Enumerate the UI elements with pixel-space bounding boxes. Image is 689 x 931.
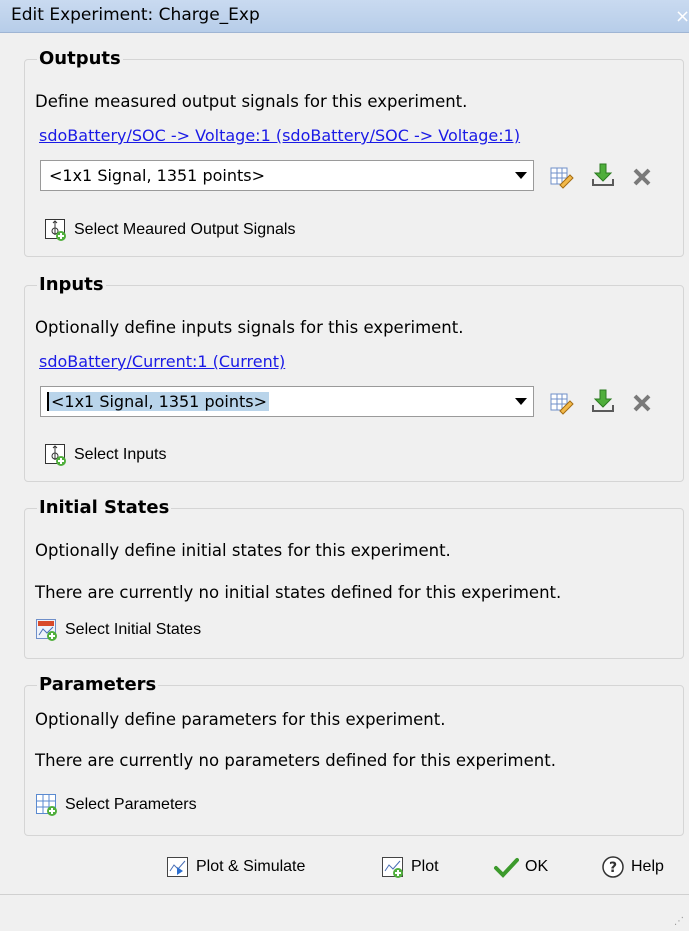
window-title: Edit Experiment: Charge_Exp xyxy=(11,5,260,25)
svg-text:?: ? xyxy=(609,860,617,876)
plot-button[interactable]: Plot xyxy=(381,852,439,882)
outputs-panel: Outputs Define measured output signals f… xyxy=(24,48,684,257)
edit-table-icon[interactable] xyxy=(548,389,574,415)
import-icon[interactable] xyxy=(590,162,616,188)
inputs-combo-value: <1x1 Signal, 1351 points> xyxy=(47,392,269,411)
parameters-description: Optionally define parameters for this ex… xyxy=(35,710,446,729)
inputs-panel: Inputs Optionally define inputs signals … xyxy=(24,274,684,482)
select-parameters-button[interactable]: Select Parameters xyxy=(35,790,197,820)
delete-icon[interactable] xyxy=(630,389,656,415)
select-measured-outputs-button[interactable]: Select Meaured Output Signals xyxy=(44,215,295,245)
help-icon: ? xyxy=(602,856,624,878)
dialog-content: Outputs Define measured output signals f… xyxy=(0,33,689,931)
delete-icon[interactable] xyxy=(630,163,656,189)
initial-states-title: Initial States xyxy=(37,497,172,518)
inputs-signal-link[interactable]: sdoBattery/Current:1 (Current) xyxy=(39,352,285,371)
select-inputs-label: Select Inputs xyxy=(74,446,167,463)
inputs-signal-select[interactable]: <1x1 Signal, 1351 points> xyxy=(40,386,534,417)
outputs-combo-value: <1x1 Signal, 1351 points> xyxy=(49,166,265,185)
initial-states-icon xyxy=(36,619,57,641)
inputs-description: Optionally define inputs signals for thi… xyxy=(35,318,464,337)
status-bar: ⋰ xyxy=(0,894,689,931)
parameters-panel: Parameters Optionally define parameters … xyxy=(24,674,684,836)
close-icon[interactable]: × xyxy=(675,8,689,28)
outputs-signal-link[interactable]: sdoBattery/SOC -> Voltage:1 (sdoBattery/… xyxy=(39,126,520,145)
window-titlebar: Edit Experiment: Charge_Exp × xyxy=(0,0,689,33)
inputs-title: Inputs xyxy=(37,274,106,295)
parameters-title: Parameters xyxy=(37,674,159,695)
parameters-status: There are currently no parameters define… xyxy=(35,751,556,770)
select-initial-states-label: Select Initial States xyxy=(65,621,202,638)
select-measured-outputs-label: Select Meaured Output Signals xyxy=(74,221,296,238)
plot-simulate-icon xyxy=(167,857,188,877)
help-label: Help xyxy=(631,858,664,875)
parameters-icon xyxy=(36,794,57,816)
initial-states-description: Optionally define initial states for thi… xyxy=(35,541,451,560)
plot-simulate-label: Plot & Simulate xyxy=(196,858,306,875)
ok-label: OK xyxy=(525,858,549,875)
outputs-description: Define measured output signals for this … xyxy=(35,92,468,111)
plot-label: Plot xyxy=(411,858,439,875)
plot-icon xyxy=(382,857,403,878)
outputs-title: Outputs xyxy=(37,48,123,69)
outputs-signal-select[interactable]: <1x1 Signal, 1351 points> xyxy=(40,160,534,191)
chevron-down-icon[interactable] xyxy=(515,398,527,405)
ok-button[interactable]: OK xyxy=(493,852,548,882)
resize-grip-icon[interactable]: ⋰ xyxy=(674,916,685,927)
edit-table-icon[interactable] xyxy=(548,163,574,189)
signal-select-icon xyxy=(45,219,66,241)
help-button[interactable]: ? Help xyxy=(601,852,664,882)
select-inputs-button[interactable]: Select Inputs xyxy=(44,440,167,470)
signal-select-icon xyxy=(45,444,66,466)
select-parameters-label: Select Parameters xyxy=(65,796,197,813)
initial-states-panel: Initial States Optionally define initial… xyxy=(24,497,684,659)
chevron-down-icon[interactable] xyxy=(515,172,527,179)
select-initial-states-button[interactable]: Select Initial States xyxy=(35,615,201,645)
plot-simulate-button[interactable]: Plot & Simulate xyxy=(166,852,305,882)
check-icon xyxy=(494,858,519,878)
import-icon[interactable] xyxy=(590,388,616,414)
initial-states-status: There are currently no initial states de… xyxy=(35,583,562,602)
